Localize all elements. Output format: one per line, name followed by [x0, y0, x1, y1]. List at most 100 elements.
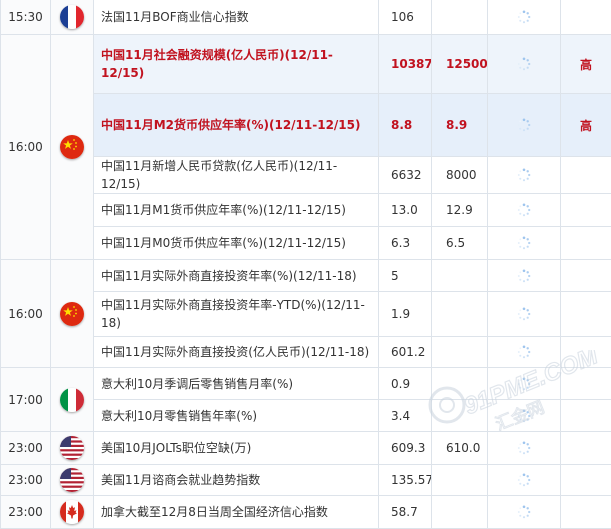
loading-spinner-icon	[517, 118, 531, 132]
china-flag-icon	[60, 135, 84, 159]
importance: 高	[561, 94, 611, 157]
event-time: 23:00	[1, 496, 51, 529]
actual-value-cell	[488, 368, 561, 400]
table-row: 23:00 美国10月JOLTs职位空缺(万) 609.3 610.0	[1, 432, 611, 465]
forecast-value	[432, 260, 488, 292]
previous-value: 601.2	[379, 337, 432, 368]
forecast-value	[432, 368, 488, 400]
loading-spinner-icon	[517, 307, 531, 321]
event-name[interactable]: 中国11月实际外商直接投资年率-YTD(%)(12/11-18)	[94, 292, 379, 337]
loading-spinner-icon	[517, 505, 531, 519]
forecast-value: 610.0	[432, 432, 488, 465]
importance: 高	[561, 35, 611, 94]
event-time: 16:00	[1, 35, 51, 260]
event-name[interactable]: 意大利10月零售销售年率(%)	[94, 400, 379, 432]
actual-value-cell	[488, 94, 561, 157]
previous-value: 106	[379, 0, 432, 35]
event-name[interactable]: 美国10月JOLTs职位空缺(万)	[94, 432, 379, 465]
previous-value: 58.7	[379, 496, 432, 529]
event-name[interactable]: 意大利10月季调后零售销售月率(%)	[94, 368, 379, 400]
actual-value-cell	[488, 35, 561, 94]
table-row: 23:00 美国11月谘商会就业趋势指数 135.57	[1, 465, 611, 496]
forecast-value	[432, 496, 488, 529]
forecast-value: 8000	[432, 157, 488, 194]
italy-flag-icon	[60, 388, 84, 412]
importance	[561, 400, 611, 432]
actual-value-cell	[488, 432, 561, 465]
country-flag-cell	[51, 368, 94, 432]
previous-value: 609.3	[379, 432, 432, 465]
table-row: 23:00 加拿大截至12月8日当周全国经济信心指数 58.7	[1, 496, 611, 529]
importance	[561, 465, 611, 496]
table-row: 15:30 法国11月BOF商业信心指数 106	[1, 0, 611, 35]
event-time: 23:00	[1, 465, 51, 496]
event-name[interactable]: 加拿大截至12月8日当周全国经济信心指数	[94, 496, 379, 529]
loading-spinner-icon	[517, 409, 531, 423]
usa-flag-icon	[60, 468, 84, 492]
previous-value: 1.9	[379, 292, 432, 337]
actual-value-cell	[488, 337, 561, 368]
loading-spinner-icon	[517, 168, 531, 182]
previous-value: 5	[379, 260, 432, 292]
event-name[interactable]: 中国11月M1货币供应年率(%)(12/11-12/15)	[94, 194, 379, 227]
france-flag-icon	[60, 5, 84, 29]
previous-value: 6632	[379, 157, 432, 194]
loading-spinner-icon	[517, 10, 531, 24]
forecast-value	[432, 400, 488, 432]
event-name[interactable]: 中国11月实际外商直接投资(亿人民币)(12/11-18)	[94, 337, 379, 368]
event-name[interactable]: 中国11月新增人民币贷款(亿人民币)(12/11-12/15)	[94, 157, 379, 194]
loading-spinner-icon	[517, 345, 531, 359]
previous-value: 3.4	[379, 400, 432, 432]
previous-value: 13.0	[379, 194, 432, 227]
importance	[561, 227, 611, 260]
previous-value: 0.9	[379, 368, 432, 400]
event-name[interactable]: 法国11月BOF商业信心指数	[94, 0, 379, 35]
forecast-value: 8.9	[432, 94, 488, 157]
importance	[561, 337, 611, 368]
actual-value-cell	[488, 496, 561, 529]
importance	[561, 432, 611, 465]
actual-value-cell	[488, 157, 561, 194]
usa-flag-icon	[60, 436, 84, 460]
importance	[561, 194, 611, 227]
event-name[interactable]: 中国11月社会融资规模(亿人民币)(12/11-12/15)	[94, 35, 379, 94]
china-flag-icon	[60, 302, 84, 326]
previous-value: 10387	[379, 35, 432, 94]
forecast-value	[432, 465, 488, 496]
importance	[561, 260, 611, 292]
previous-value: 135.57	[379, 465, 432, 496]
event-name[interactable]: 中国11月M0货币供应年率(%)(12/11-12/15)	[94, 227, 379, 260]
loading-spinner-icon	[517, 57, 531, 71]
loading-spinner-icon	[517, 236, 531, 250]
table-row: 17:00 意大利10月季调后零售销售月率(%) 0.9	[1, 368, 611, 400]
country-flag-cell	[51, 465, 94, 496]
country-flag-cell	[51, 35, 94, 260]
actual-value-cell	[488, 194, 561, 227]
loading-spinner-icon	[517, 203, 531, 217]
event-name[interactable]: 美国11月谘商会就业趋势指数	[94, 465, 379, 496]
table-row: 16:00 中国11月社会融资规模(亿人民币)(12/11-12/15) 103…	[1, 35, 611, 94]
actual-value-cell	[488, 0, 561, 35]
forecast-value	[432, 337, 488, 368]
country-flag-cell	[51, 432, 94, 465]
actual-value-cell	[488, 227, 561, 260]
importance	[561, 157, 611, 194]
event-time: 16:00	[1, 260, 51, 368]
actual-value-cell	[488, 465, 561, 496]
country-flag-cell	[51, 0, 94, 35]
canada-flag-icon	[60, 500, 84, 524]
event-time: 15:30	[1, 0, 51, 35]
event-name[interactable]: 中国11月实际外商直接投资年率(%)(12/11-18)	[94, 260, 379, 292]
actual-value-cell	[488, 400, 561, 432]
previous-value: 8.8	[379, 94, 432, 157]
forecast-value	[432, 0, 488, 35]
actual-value-cell	[488, 292, 561, 337]
forecast-value: 12.9	[432, 194, 488, 227]
economic-calendar-table: 15:30 法国11月BOF商业信心指数 106 16:00 中国11月社会融资…	[0, 0, 611, 529]
table-row: 16:00 中国11月实际外商直接投资年率(%)(12/11-18) 5	[1, 260, 611, 292]
previous-value: 6.3	[379, 227, 432, 260]
event-name[interactable]: 中国11月M2货币供应年率(%)(12/11-12/15)	[94, 94, 379, 157]
importance	[561, 0, 611, 35]
loading-spinner-icon	[517, 377, 531, 391]
importance	[561, 368, 611, 400]
